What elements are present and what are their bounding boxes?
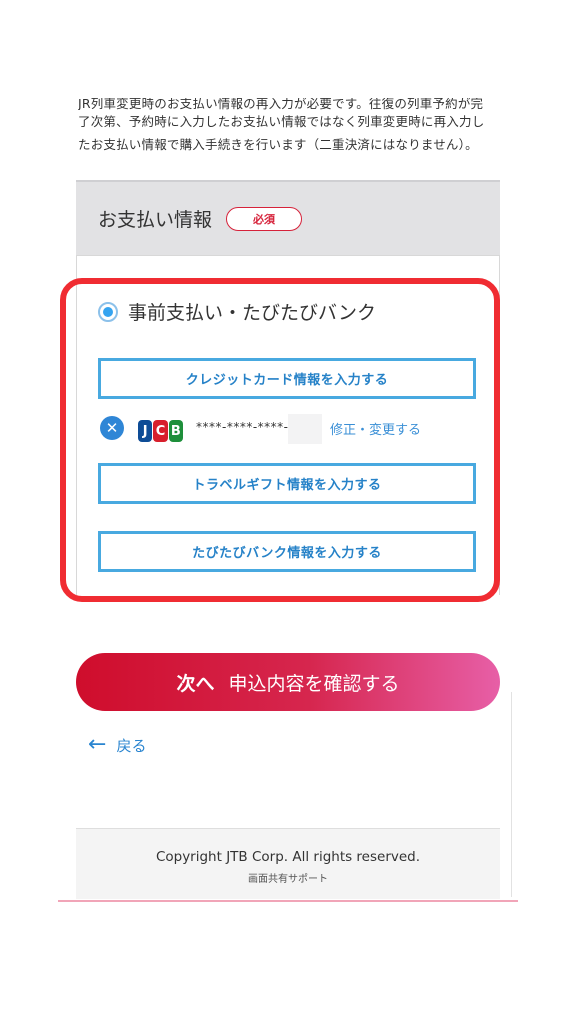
footer-accent-line: [58, 900, 518, 902]
panel-divider: [76, 255, 500, 256]
next-button-label: 申込内容を確認する: [228, 672, 400, 695]
notice-line-cut: JR列車変更時のお支払い情報の再入力が必要です。往復の列車予約が完: [78, 98, 484, 110]
copyright-text: Copyright JTB Corp. All rights reserved.: [155, 849, 421, 865]
arrow-left-icon: ←: [88, 732, 107, 757]
page-footer: Copyright JTB Corp. All rights reserved.…: [76, 828, 500, 899]
payment-section-title: お支払い情報: [98, 209, 213, 231]
next-button-strong: 次へ: [176, 672, 215, 695]
screen-share-support-link[interactable]: 画面共有サポート: [76, 870, 500, 885]
payment-section-header: お支払い情報 必須: [76, 180, 500, 255]
next-confirm-button[interactable]: 次へ 申込内容を確認する: [76, 653, 500, 711]
notice-line-3: たお支払い情報で購入手続きを行います（二重決済にはなりません）。: [78, 137, 478, 152]
required-badge: 必須: [226, 206, 303, 231]
highlight-frame: [60, 278, 500, 602]
notice-line-2: 了次第、予約時に入力したお支払い情報ではなく列車変更時に再入力し: [78, 114, 485, 129]
back-link[interactable]: ← 戻る: [88, 734, 146, 756]
page-edge-rule: [511, 692, 512, 897]
back-label: 戻る: [116, 736, 147, 755]
payment-notice: JR列車変更時のお支払い情報の再入力が必要です。往復の列車予約が完 了次第、予約…: [78, 98, 498, 156]
